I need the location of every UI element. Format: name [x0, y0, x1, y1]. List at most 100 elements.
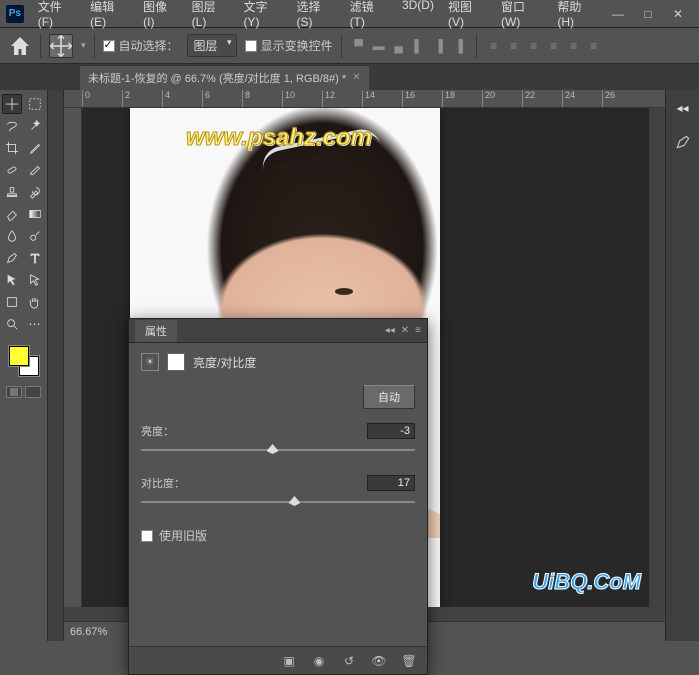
distribute-right-icon[interactable]: ≡ — [585, 37, 603, 55]
history-brush-tool[interactable] — [25, 182, 45, 202]
menu-edit[interactable]: 编辑(E) — [84, 0, 135, 33]
auto-button[interactable]: 自动 — [363, 385, 415, 409]
panel-tab-properties[interactable]: 属性 — [135, 320, 177, 342]
gradient-tool[interactable] — [25, 204, 45, 224]
divider — [341, 34, 342, 58]
align-hcenter-icon[interactable]: ▐ — [430, 37, 448, 55]
ruler-tick: 2 — [122, 90, 162, 107]
use-legacy-label: 使用旧版 — [159, 527, 207, 544]
crop-tool[interactable] — [2, 138, 22, 158]
ruler-tick: 26 — [602, 90, 642, 107]
checkbox-icon — [245, 40, 257, 52]
edit-toolbar-icon[interactable]: ⋯ — [25, 314, 45, 334]
show-transform-checkbox[interactable]: 显示变换控件 — [245, 37, 333, 54]
window-minimize[interactable]: — — [603, 4, 633, 24]
path-select-tool[interactable] — [2, 270, 22, 290]
brightness-slider[interactable] — [141, 443, 415, 457]
brightness-label: 亮度： — [141, 423, 174, 439]
screenmode-icon[interactable] — [25, 386, 41, 398]
brightness-value-input[interactable] — [367, 423, 415, 439]
align-left-icon[interactable]: ▌ — [410, 37, 428, 55]
menu-file[interactable]: 文件(F) — [32, 0, 82, 33]
ruler-vertical[interactable] — [64, 108, 82, 607]
eyedropper-tool[interactable] — [25, 138, 45, 158]
menu-type[interactable]: 文字(Y) — [237, 0, 288, 33]
auto-select-target-dropdown[interactable]: 图层 — [187, 34, 237, 57]
align-right-icon[interactable]: ▐ — [450, 37, 468, 55]
move-tool[interactable] — [2, 94, 22, 114]
menu-3d[interactable]: 3D(D) — [396, 0, 440, 33]
menu-image[interactable]: 图像(I) — [137, 0, 184, 33]
scrollbar-vertical[interactable] — [649, 108, 665, 607]
menu-layer[interactable]: 图层(L) — [186, 0, 236, 33]
ruler-tick: 22 — [522, 90, 562, 107]
contrast-value-input[interactable] — [367, 475, 415, 491]
properties-panel[interactable]: 属性 ◂◂ ✕ ≡ ☀ 亮度/对比度 自动 亮度： — [128, 318, 428, 675]
panel-menu-icon[interactable]: ≡ — [415, 325, 421, 336]
distribute-left-icon[interactable]: ≡ — [545, 37, 563, 55]
move-tool-preset-icon[interactable] — [49, 34, 73, 58]
collapse-panel-icon[interactable]: ◂◂ — [671, 96, 695, 120]
auto-select-checkbox[interactable]: 自动选择： — [103, 37, 179, 54]
align-top-icon[interactable]: ▀ — [350, 37, 368, 55]
healing-tool[interactable] — [2, 160, 22, 180]
type-tool[interactable] — [25, 248, 45, 268]
left-panel-strip[interactable] — [48, 90, 64, 641]
distribute-top-icon[interactable]: ≡ — [485, 37, 503, 55]
delete-icon[interactable]: 🗑 — [401, 653, 417, 669]
pen-tool[interactable] — [2, 248, 22, 268]
quickmask-icon[interactable] — [6, 386, 22, 398]
blur-tool[interactable] — [2, 226, 22, 246]
wand-tool[interactable] — [25, 116, 45, 136]
panel-close-icon[interactable]: ✕ — [401, 325, 409, 336]
hand-tool[interactable] — [25, 292, 45, 312]
use-legacy-checkbox[interactable]: 使用旧版 — [141, 527, 415, 544]
divider — [476, 34, 477, 58]
menu-view[interactable]: 视图(V) — [442, 0, 493, 33]
panel-tab-bar[interactable]: 属性 ◂◂ ✕ ≡ — [129, 319, 427, 343]
window-maximize[interactable]: □ — [633, 4, 663, 24]
ruler-tick: 12 — [322, 90, 362, 107]
reset-icon[interactable]: ↺ — [341, 653, 357, 669]
distribute-bottom-icon[interactable]: ≡ — [525, 37, 543, 55]
menu-select[interactable]: 选择(S) — [291, 0, 342, 33]
zoom-tool[interactable] — [2, 314, 22, 334]
view-previous-icon[interactable]: ◉ — [311, 653, 327, 669]
align-bottom-icon[interactable]: ▄ — [390, 37, 408, 55]
foreground-color[interactable] — [9, 346, 29, 366]
clip-to-layer-icon[interactable]: ▣ — [281, 653, 297, 669]
color-swatches[interactable] — [9, 346, 39, 376]
stamp-tool[interactable] — [2, 182, 22, 202]
document-tab[interactable]: 未标题-1-恢复的 @ 66.7% (亮度/对比度 1, RGB/8#) * ✕ — [80, 65, 369, 90]
ruler-tick: 24 — [562, 90, 602, 107]
window-close[interactable]: ✕ — [663, 4, 693, 24]
toggle-visibility-icon[interactable]: 👁 — [371, 653, 387, 669]
right-panel-strip[interactable]: ◂◂ — [665, 90, 699, 641]
lasso-tool[interactable] — [2, 116, 22, 136]
marquee-tool[interactable] — [25, 94, 45, 114]
contrast-slider[interactable] — [141, 495, 415, 509]
brush-tool[interactable] — [25, 160, 45, 180]
distribute-vcenter-icon[interactable]: ≡ — [505, 37, 523, 55]
align-vcenter-icon[interactable]: ▬ — [370, 37, 388, 55]
divider — [94, 34, 95, 58]
panel-collapse-icon[interactable]: ◂◂ — [385, 325, 395, 336]
dodge-tool[interactable] — [25, 226, 45, 246]
mask-thumb-icon[interactable] — [167, 353, 185, 371]
ruler-tick: 8 — [242, 90, 282, 107]
menu-help[interactable]: 帮助(H) — [551, 0, 603, 33]
close-tab-icon[interactable]: ✕ — [352, 72, 360, 83]
divider — [40, 34, 41, 58]
contrast-label: 对比度： — [141, 475, 185, 491]
panel-footer: ▣ ◉ ↺ 👁 🗑 — [129, 646, 427, 674]
direct-select-tool[interactable] — [25, 270, 45, 290]
menu-window[interactable]: 窗口(W) — [495, 0, 549, 33]
home-icon[interactable] — [8, 34, 32, 58]
pen-panel-icon[interactable] — [671, 130, 695, 154]
distribute-hcenter-icon[interactable]: ≡ — [565, 37, 583, 55]
ruler-horizontal[interactable]: 0 2 4 6 8 10 12 14 16 18 20 22 24 26 — [64, 90, 665, 108]
watermark-psahz: www.psahz.com — [186, 124, 372, 152]
eraser-tool[interactable] — [2, 204, 22, 224]
shape-tool[interactable] — [2, 292, 22, 312]
menu-filter[interactable]: 滤镜(T) — [344, 0, 394, 33]
